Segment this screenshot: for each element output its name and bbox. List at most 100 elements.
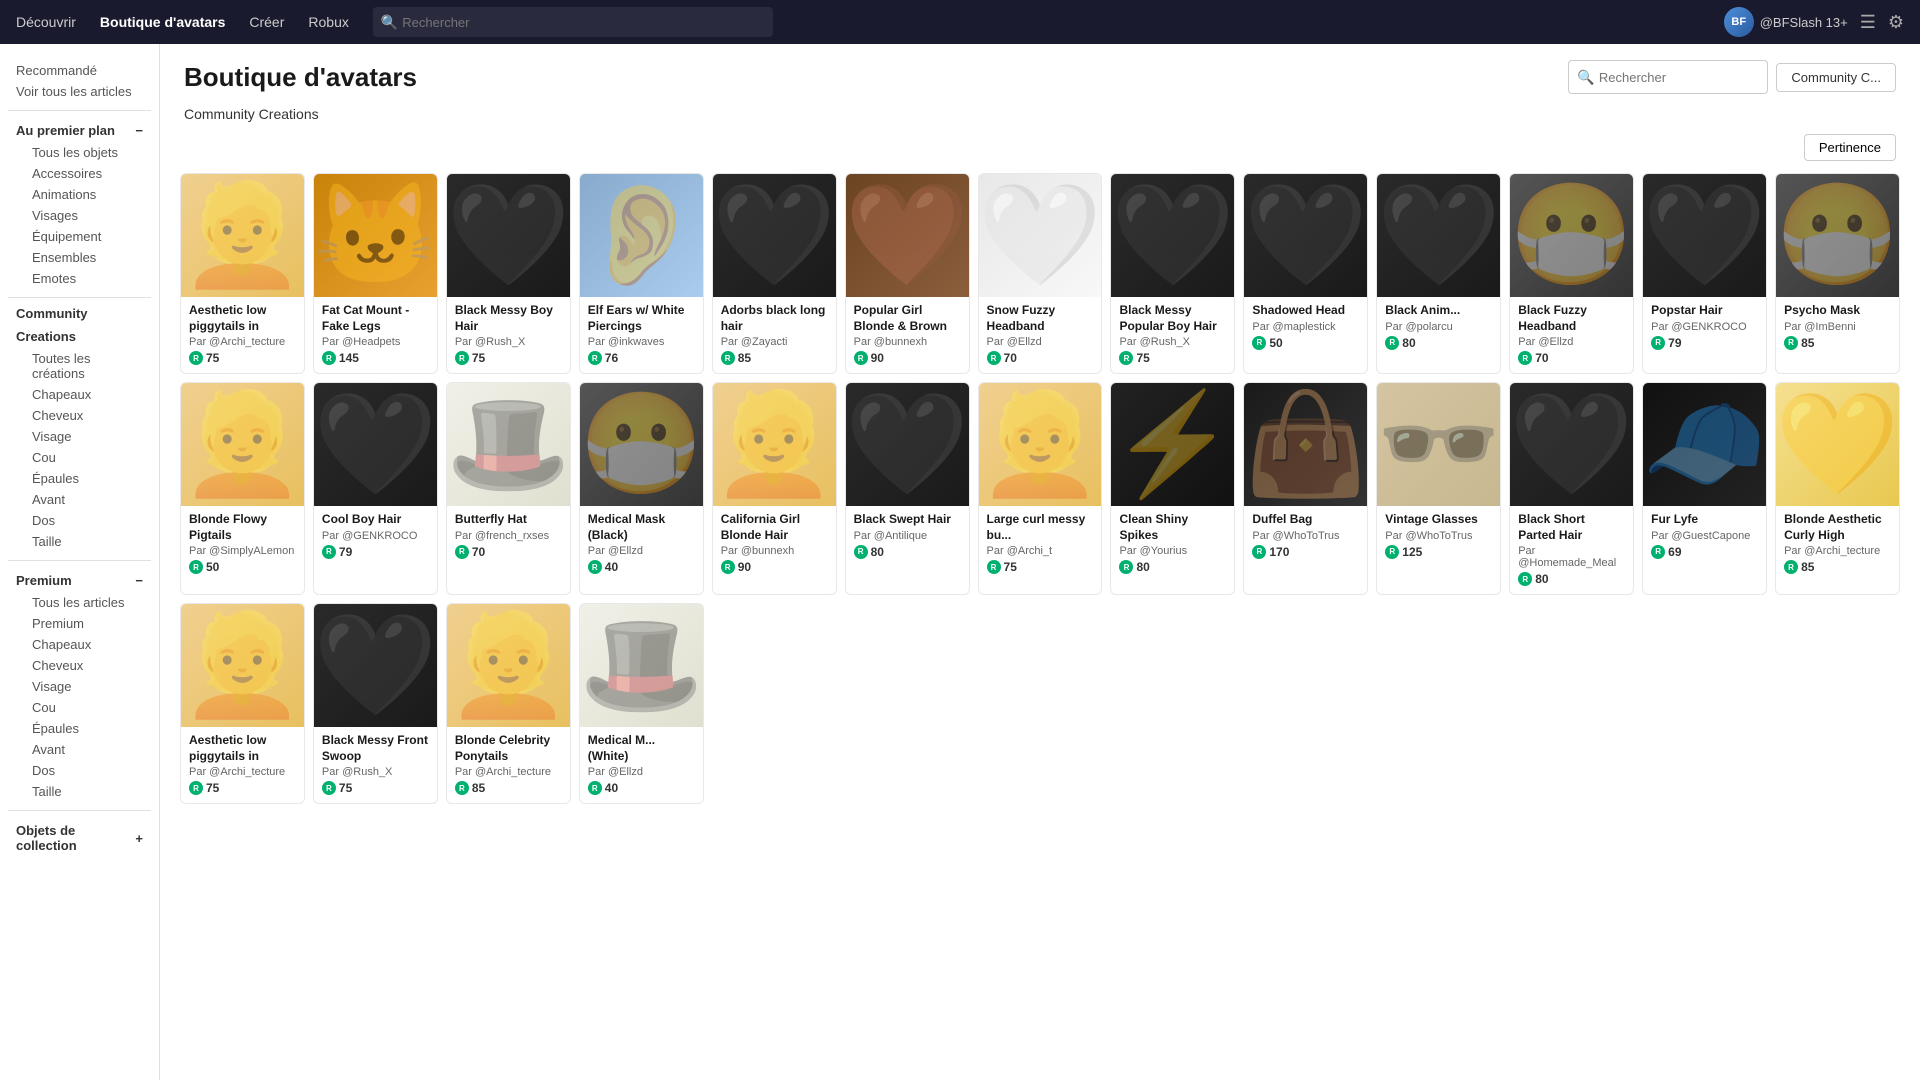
sidebar-fp-2[interactable]: Animations bbox=[24, 184, 151, 205]
item-card-14[interactable]: 🖤 Cool Boy Hair Par @GENKROCO R 79 bbox=[313, 382, 438, 595]
sidebar-pr-3[interactable]: Cheveux bbox=[24, 655, 151, 676]
sidebar-pr-4[interactable]: Visage bbox=[24, 676, 151, 697]
nav-decouvrir[interactable]: Découvrir bbox=[16, 14, 76, 30]
sidebar-cr-5[interactable]: Épaules bbox=[24, 468, 151, 489]
sidebar-cr-6[interactable]: Avant bbox=[24, 489, 151, 510]
item-card-19[interactable]: 👱 Large curl messy bu... Par @Archi_t R … bbox=[978, 382, 1103, 595]
sidebar-cr-3[interactable]: Visage bbox=[24, 426, 151, 447]
item-card-25[interactable]: 💛 Blonde Aesthetic Curly High Par @Archi… bbox=[1775, 382, 1900, 595]
item-image-5: 🤎 bbox=[846, 174, 969, 297]
item-card-20[interactable]: ⚡ Clean Shiny Spikes Par @Yourius R 80 bbox=[1110, 382, 1235, 595]
header-search-box[interactable]: 🔍 bbox=[1568, 60, 1768, 94]
sidebar-pr-9[interactable]: Taille bbox=[24, 781, 151, 802]
item-creator-4: Par @Zayacti bbox=[721, 336, 828, 348]
sidebar-au-premier-plan[interactable]: Au premier plan − bbox=[8, 119, 151, 142]
item-info-12: Psycho Mask Par @ImBenni R 85 bbox=[1776, 297, 1899, 358]
nav-robux[interactable]: Robux bbox=[308, 14, 348, 30]
sidebar-cr-2[interactable]: Cheveux bbox=[24, 405, 151, 426]
item-card-22[interactable]: 🕶️ Vintage Glasses Par @WhoToTrus R 125 bbox=[1376, 382, 1501, 595]
item-card-29[interactable]: 🎩 Medical M... (White) Par @Ellzd R 40 bbox=[579, 603, 704, 804]
sidebar-community: Community bbox=[16, 306, 151, 321]
item-name-27: Black Messy Front Swoop bbox=[322, 733, 429, 764]
header-search-input[interactable] bbox=[1599, 70, 1760, 85]
item-card-23[interactable]: 🖤 Black Short Parted Hair Par @Homemade_… bbox=[1509, 382, 1634, 595]
sidebar-pr-7[interactable]: Avant bbox=[24, 739, 151, 760]
item-card-21[interactable]: 👜 Duffel Bag Par @WhoToTrus R 170 bbox=[1243, 382, 1368, 595]
robux-icon-25: R bbox=[1784, 560, 1798, 574]
robux-icon-11: R bbox=[1651, 336, 1665, 350]
item-card-3[interactable]: 👂 Elf Ears w/ White Piercings Par @inkwa… bbox=[579, 173, 704, 374]
item-card-9[interactable]: 🖤 Black Anim... Par @polarcu R 80 bbox=[1376, 173, 1501, 374]
item-card-1[interactable]: 🐱 Fat Cat Mount - Fake Legs Par @Headpet… bbox=[313, 173, 438, 374]
item-card-28[interactable]: 👱 Blonde Celebrity Ponytails Par @Archi_… bbox=[446, 603, 571, 804]
sidebar-premium[interactable]: Premium − bbox=[8, 569, 151, 592]
filter-button[interactable]: Pertinence bbox=[1804, 134, 1896, 161]
item-card-5[interactable]: 🤎 Popular Girl Blonde & Brown Par @bunne… bbox=[845, 173, 970, 374]
item-card-7[interactable]: 🖤 Black Messy Popular Boy Hair Par @Rush… bbox=[1110, 173, 1235, 374]
sidebar-recommended[interactable]: Recommandé bbox=[8, 60, 151, 81]
item-card-17[interactable]: 👱 California Girl Blonde Hair Par @bunne… bbox=[712, 382, 837, 595]
item-info-13: Blonde Flowy Pigtails Par @SimplyALemon … bbox=[181, 506, 304, 582]
item-card-26[interactable]: 👱 Aesthetic low piggytails in Par @Archi… bbox=[180, 603, 305, 804]
item-card-0[interactable]: 👱 Aesthetic low piggytails in Par @Archi… bbox=[180, 173, 305, 374]
sidebar-pr-6[interactable]: Épaules bbox=[24, 718, 151, 739]
sidebar-fp-0[interactable]: Tous les objets bbox=[24, 142, 151, 163]
sidebar-cr-1[interactable]: Chapeaux bbox=[24, 384, 151, 405]
item-card-6[interactable]: 🤍 Snow Fuzzy Headband Par @Ellzd R 70 bbox=[978, 173, 1103, 374]
item-card-16[interactable]: 😷 Medical Mask (Black) Par @Ellzd R 40 bbox=[579, 382, 704, 595]
robux-icon-21: R bbox=[1252, 545, 1266, 559]
notifications-icon[interactable]: ☰ bbox=[1860, 12, 1876, 33]
item-creator-18: Par @Antilique bbox=[854, 530, 961, 542]
top-search-input[interactable] bbox=[402, 15, 765, 30]
sidebar: Recommandé Voir tous les articles Au pre… bbox=[0, 44, 160, 1080]
item-card-2[interactable]: 🖤 Black Messy Boy Hair Par @Rush_X R 75 bbox=[446, 173, 571, 374]
item-price-28: R 85 bbox=[455, 781, 562, 795]
sidebar-fp-3[interactable]: Visages bbox=[24, 205, 151, 226]
item-info-1: Fat Cat Mount - Fake Legs Par @Headpets … bbox=[314, 297, 437, 373]
item-card-18[interactable]: 🖤 Black Swept Hair Par @Antilique R 80 bbox=[845, 382, 970, 595]
community-button[interactable]: Community C... bbox=[1776, 63, 1896, 92]
sidebar-pr-2[interactable]: Chapeaux bbox=[24, 634, 151, 655]
top-search-box[interactable]: 🔍 bbox=[373, 7, 773, 37]
item-info-26: Aesthetic low piggytails in Par @Archi_t… bbox=[181, 727, 304, 803]
item-image-2: 🖤 bbox=[447, 174, 570, 297]
item-creator-3: Par @inkwaves bbox=[588, 336, 695, 348]
sidebar-collectibles[interactable]: Objets de collection + bbox=[8, 819, 151, 857]
section-label: Community Creations bbox=[160, 102, 1920, 130]
item-image-3: 👂 bbox=[580, 174, 703, 297]
item-creator-13: Par @SimplyALemon bbox=[189, 545, 296, 557]
item-card-11[interactable]: 🖤 Popstar Hair Par @GENKROCO R 79 bbox=[1642, 173, 1767, 374]
sidebar-fp-6[interactable]: Emotes bbox=[24, 268, 151, 289]
sidebar-cr-4[interactable]: Cou bbox=[24, 447, 151, 468]
sidebar-pr-1[interactable]: Premium bbox=[24, 613, 151, 634]
sidebar-fp-1[interactable]: Accessoires bbox=[24, 163, 151, 184]
item-card-24[interactable]: 🧢 Fur Lyfe Par @GuestCapone R 69 bbox=[1642, 382, 1767, 595]
nav-creer[interactable]: Créer bbox=[249, 14, 284, 30]
item-card-4[interactable]: 🖤 Adorbs black long hair Par @Zayacti R … bbox=[712, 173, 837, 374]
robux-icon-27: R bbox=[322, 781, 336, 795]
sidebar-fp-5[interactable]: Ensembles bbox=[24, 247, 151, 268]
sidebar-pr-0[interactable]: Tous les articles bbox=[24, 592, 151, 613]
item-card-12[interactable]: 😷 Psycho Mask Par @ImBenni R 85 bbox=[1775, 173, 1900, 374]
item-card-13[interactable]: 👱 Blonde Flowy Pigtails Par @SimplyALemo… bbox=[180, 382, 305, 595]
nav-boutique[interactable]: Boutique d'avatars bbox=[100, 14, 225, 30]
item-card-8[interactable]: 🖤 Shadowed Head Par @maplestick R 50 bbox=[1243, 173, 1368, 374]
main-container: Recommandé Voir tous les articles Au pre… bbox=[0, 44, 1920, 1080]
item-price-14: R 79 bbox=[322, 545, 429, 559]
sidebar-fp-4[interactable]: Équipement bbox=[24, 226, 151, 247]
settings-icon[interactable]: ⚙ bbox=[1888, 12, 1904, 33]
item-card-15[interactable]: 🎩 Butterfly Hat Par @french_rxses R 70 bbox=[446, 382, 571, 595]
item-info-24: Fur Lyfe Par @GuestCapone R 69 bbox=[1643, 506, 1766, 567]
sidebar-cr-7[interactable]: Dos bbox=[24, 510, 151, 531]
item-name-6: Snow Fuzzy Headband bbox=[987, 303, 1094, 334]
user-badge[interactable]: BF @BFSlash 13+ bbox=[1724, 7, 1848, 37]
sidebar-pr-5[interactable]: Cou bbox=[24, 697, 151, 718]
sidebar-see-all[interactable]: Voir tous les articles bbox=[8, 81, 151, 102]
sidebar-cr-0[interactable]: Toutes les créations bbox=[24, 348, 151, 384]
item-name-29: Medical M... (White) bbox=[588, 733, 695, 764]
item-card-10[interactable]: 😷 Black Fuzzy Headband Par @Ellzd R 70 bbox=[1509, 173, 1634, 374]
sidebar-pr-8[interactable]: Dos bbox=[24, 760, 151, 781]
sidebar-cr-8[interactable]: Taille bbox=[24, 531, 151, 552]
item-image-7: 🖤 bbox=[1111, 174, 1234, 297]
item-card-27[interactable]: 🖤 Black Messy Front Swoop Par @Rush_X R … bbox=[313, 603, 438, 804]
